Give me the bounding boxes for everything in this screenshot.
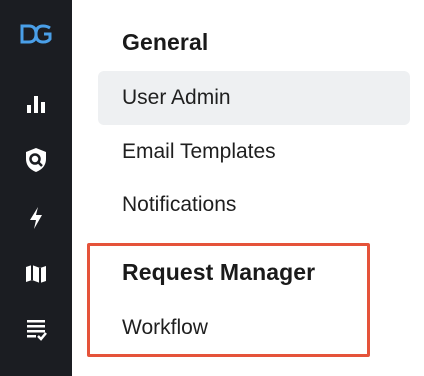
menu-item-email-templates[interactable]: Email Templates [98, 125, 410, 179]
checklist-icon[interactable] [18, 312, 54, 348]
settings-menu: General User Admin Email Templates Notif… [72, 0, 424, 376]
map-icon[interactable] [18, 256, 54, 292]
bar-chart-icon[interactable] [18, 86, 54, 122]
menu-item-user-admin[interactable]: User Admin [98, 71, 410, 125]
menu-item-label: Workflow [122, 316, 208, 339]
menu-item-label: User Admin [122, 86, 231, 109]
section-heading-request-manager: Request Manager [122, 259, 316, 285]
icon-rail [0, 0, 72, 376]
shield-search-icon[interactable] [18, 142, 54, 178]
section-heading-general: General [122, 29, 209, 55]
menu-item-label: Email Templates [122, 140, 276, 163]
lightning-icon[interactable] [18, 200, 54, 236]
menu-item-notifications[interactable]: Notifications [98, 178, 410, 232]
dg-logo-icon[interactable] [18, 16, 54, 52]
menu-item-label: Notifications [122, 193, 237, 216]
menu-item-workflow[interactable]: Workflow [98, 301, 410, 355]
